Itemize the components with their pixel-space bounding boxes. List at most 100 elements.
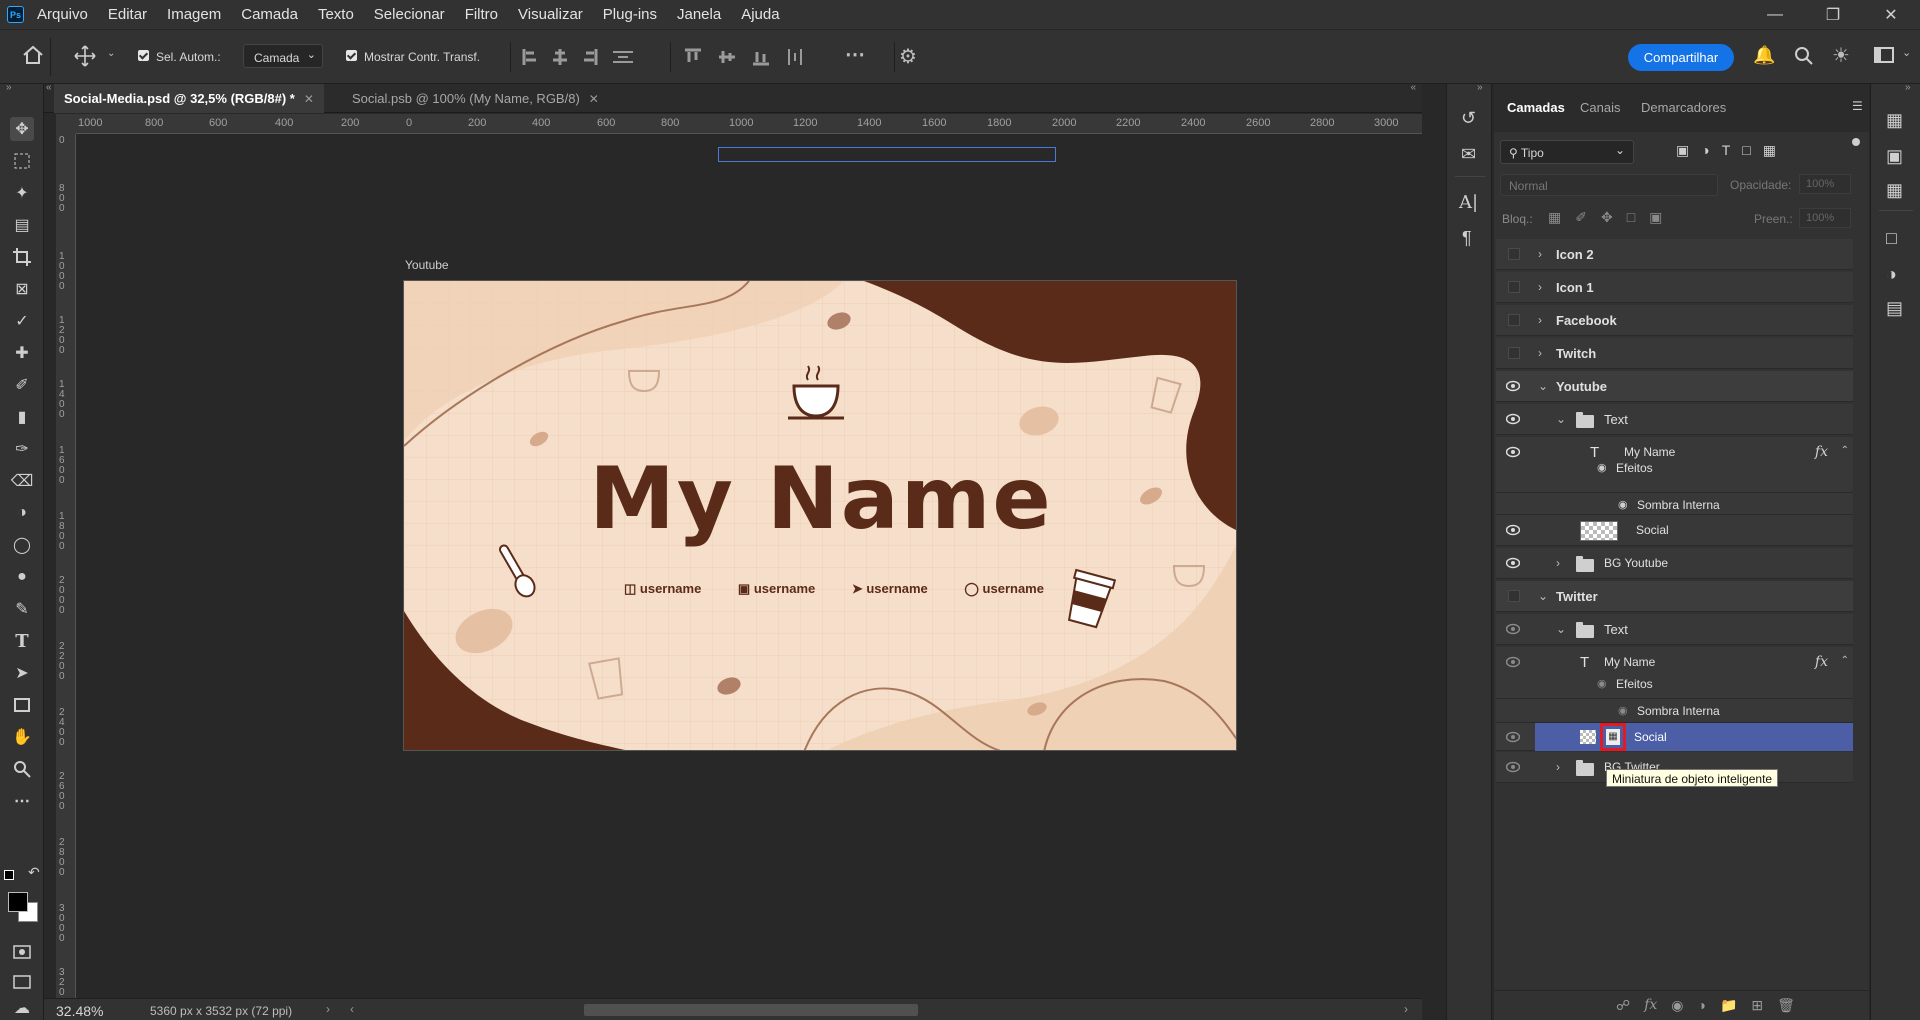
filter-pixel-icon[interactable]: ▣	[1676, 142, 1689, 159]
auto-select-dropdown[interactable]: Camada ⌄	[243, 44, 323, 68]
eye-icon[interactable]	[1506, 623, 1520, 635]
default-colors-icon[interactable]	[4, 870, 14, 880]
adjustments-panel-icon[interactable]: ◑	[1886, 264, 1897, 285]
close-tab-icon[interactable]: ✕	[589, 92, 599, 106]
menu-plugins[interactable]: Plug-ins	[600, 6, 660, 23]
layer-youtube-text-group[interactable]: ⌄ Text	[1496, 404, 1853, 435]
fill-field[interactable]: 100%	[1799, 208, 1851, 228]
smart-object-icon[interactable]: ▦	[1606, 729, 1620, 745]
canvas-area[interactable]: Youtube My Name ◫ username ▣ username ➤ …	[77, 135, 1422, 1000]
foreground-color-swatch[interactable]	[8, 892, 28, 912]
menu-arquivo[interactable]: Arquivo	[34, 6, 91, 23]
distribute-icon[interactable]	[612, 48, 634, 66]
menu-editar[interactable]: Editar	[105, 6, 150, 23]
auto-select-checkbox[interactable]	[138, 50, 149, 64]
chevron-right-icon[interactable]: ›	[1556, 548, 1560, 579]
lock-position-icon[interactable]: ✥	[1601, 209, 1613, 226]
comments-panel-icon[interactable]: ✉	[1461, 144, 1476, 165]
history-brush-tool-icon[interactable]: ✑	[10, 437, 34, 461]
eye-icon[interactable]	[1506, 761, 1520, 773]
quick-mask-icon[interactable]	[10, 940, 34, 964]
layer-filter-dropdown[interactable]: ⚲ Tipo ⌄	[1500, 140, 1634, 164]
chevron-down-icon[interactable]: ⌄	[1556, 404, 1566, 435]
layer-youtube-artboard[interactable]: ⌄ Youtube	[1496, 371, 1853, 402]
screen-mode-icon[interactable]	[10, 970, 34, 994]
history-panel-icon[interactable]: ↺	[1461, 108, 1476, 129]
align-right-icon[interactable]	[582, 48, 598, 66]
fx-icon[interactable]: fx	[1815, 437, 1828, 468]
collapse-panel-icon[interactable]: »	[1477, 82, 1483, 93]
horizontal-ruler[interactable]: 1000 800 600 400 200 0 200 400 600 800 1…	[76, 114, 1422, 134]
ruler-origin[interactable]	[56, 114, 76, 134]
type-tool-icon[interactable]: T	[10, 629, 34, 653]
libraries-panel-icon[interactable]: ▤	[1886, 298, 1903, 319]
menu-filtro[interactable]: Filtro	[462, 6, 501, 23]
collapse-left-icon[interactable]: «	[46, 82, 52, 93]
minimize-icon[interactable]: —	[1746, 0, 1804, 29]
collapse-panel-icon[interactable]: »	[1905, 82, 1911, 93]
filter-smart-object-icon[interactable]: ▦	[1763, 142, 1776, 159]
menu-janela[interactable]: Janela	[674, 6, 724, 23]
eye-icon[interactable]: ◉	[1618, 498, 1628, 511]
layer-twitter-myname[interactable]: T My Name fx ⌃ ◉ Efeitos	[1496, 647, 1853, 699]
rectangle-tool-icon[interactable]	[10, 693, 34, 717]
panel-menu-icon[interactable]: ☰	[1852, 99, 1863, 113]
collapse-toolbar-icon[interactable]: »	[6, 82, 12, 93]
chevron-right-icon[interactable]: ›	[1538, 338, 1542, 369]
layer-icon1[interactable]: › Icon 1	[1496, 272, 1853, 303]
quick-select-tool-icon[interactable]: ▤	[10, 213, 34, 237]
discover-lightbulb-icon[interactable]: ☀	[1832, 43, 1850, 68]
close-tab-icon[interactable]: ✕	[304, 92, 314, 106]
tab-social-psb[interactable]: Social.psb @ 100% (My Name, RGB/8) ✕	[342, 84, 609, 113]
show-transform-checkbox[interactable]	[346, 50, 357, 64]
artboard-youtube[interactable]: My Name ◫ username ▣ username ➤ username…	[403, 280, 1237, 751]
menu-selecionar[interactable]: Selecionar	[371, 6, 448, 23]
clone-stamp-tool-icon[interactable]: ▮	[10, 405, 34, 429]
new-layer-icon[interactable]: ⊞	[1751, 997, 1763, 1014]
eye-icon[interactable]	[1506, 656, 1520, 668]
new-group-icon[interactable]: 📁	[1720, 997, 1737, 1014]
marquee-tool-icon[interactable]	[10, 149, 34, 173]
notifications-bell-icon[interactable]: 🔔	[1753, 45, 1775, 66]
properties-panel-icon[interactable]: □	[1886, 228, 1897, 249]
blur-tool-icon[interactable]: ◯	[10, 533, 34, 557]
layer-facebook[interactable]: › Facebook	[1496, 305, 1853, 336]
eye-icon[interactable]	[1506, 557, 1520, 569]
edit-toolbar-icon[interactable]: ⋯	[10, 789, 34, 813]
menu-visualizar[interactable]: Visualizar	[515, 6, 586, 23]
tab-layers[interactable]: Camadas	[1507, 100, 1565, 115]
object-selection-tool-icon[interactable]: ✦	[10, 181, 34, 205]
menu-imagem[interactable]: Imagem	[164, 6, 224, 23]
menu-camada[interactable]: Camada	[238, 6, 301, 23]
eye-icon[interactable]	[1506, 446, 1520, 458]
zoom-level[interactable]: 32.48%	[56, 1003, 103, 1019]
zoom-tool-icon[interactable]	[10, 757, 34, 781]
share-button[interactable]: Compartilhar	[1628, 44, 1734, 71]
lock-pixels-icon[interactable]: ✐	[1575, 209, 1587, 226]
vertical-ruler[interactable]: 0 800 1000 1200 1400 1600 1800 2000 2200…	[56, 134, 76, 1008]
crop-tool-icon[interactable]	[10, 245, 34, 269]
visibility-toggle[interactable]	[1508, 281, 1520, 293]
restore-icon[interactable]: ❐	[1804, 0, 1862, 29]
paint-bucket-tool-icon[interactable]: ◑	[10, 501, 34, 525]
healing-brush-tool-icon[interactable]: ✚	[10, 341, 34, 365]
lock-transparency-icon[interactable]: ▦	[1548, 209, 1561, 226]
move-tool-icon[interactable]	[74, 45, 96, 67]
chevron-right-icon[interactable]: ›	[1538, 239, 1542, 270]
swatches-panel-icon[interactable]: ▦	[1886, 110, 1903, 131]
add-mask-icon[interactable]: ◉	[1671, 997, 1683, 1014]
cloud-icon[interactable]: ☁	[10, 996, 34, 1020]
layer-twitter-text-group[interactable]: ⌄ Text	[1496, 614, 1853, 645]
layer-youtube-social[interactable]: Social	[1496, 515, 1853, 546]
layer-youtube-myname[interactable]: T My Name fx ⌃ ◉ Efeitos	[1496, 437, 1853, 493]
collapse-right-icon[interactable]: «	[1410, 82, 1416, 93]
link-layers-icon[interactable]: ☍	[1616, 997, 1630, 1014]
scroll-right-icon[interactable]: ›	[1404, 1002, 1408, 1016]
align-middle-icon[interactable]	[718, 48, 736, 66]
add-style-icon[interactable]: fx	[1644, 997, 1657, 1014]
layer-icon2[interactable]: › Icon 2	[1496, 239, 1853, 270]
menu-ajuda[interactable]: Ajuda	[738, 6, 782, 23]
eye-icon[interactable]: ◉	[1618, 704, 1628, 717]
align-top-icon[interactable]	[684, 48, 702, 66]
chevron-down-icon[interactable]: ⌄	[1538, 581, 1548, 612]
